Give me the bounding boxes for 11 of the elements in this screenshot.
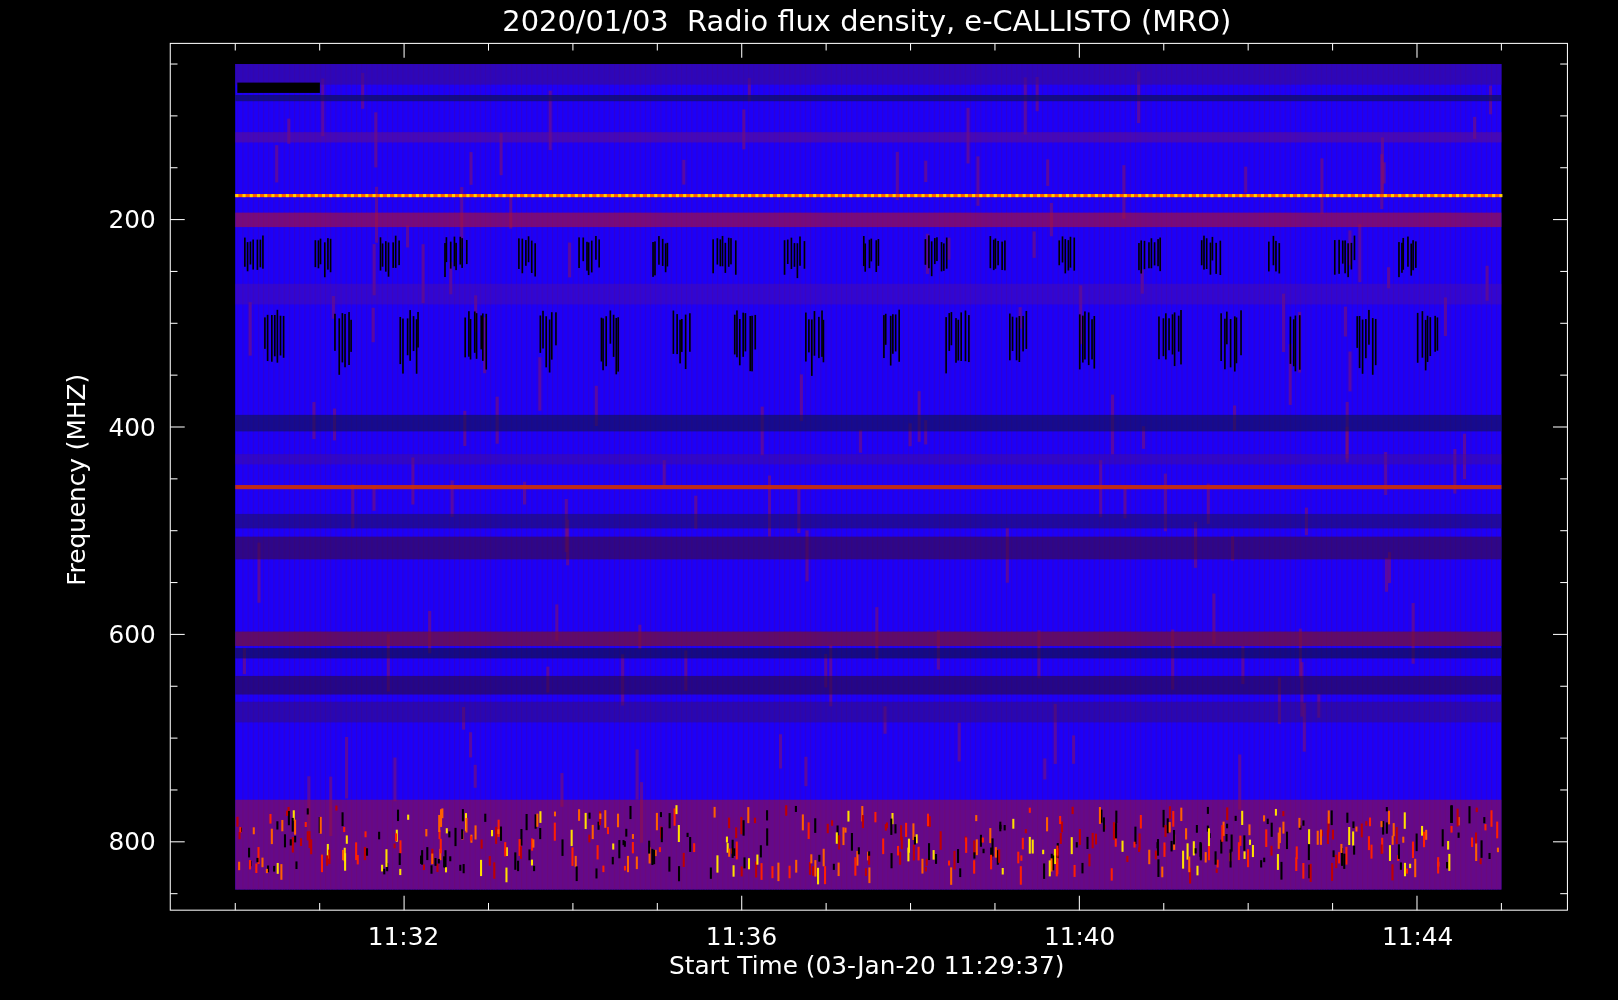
y-tick-label: 800 (108, 827, 156, 857)
x-tick-label: 11:32 (367, 922, 440, 952)
chart-title: 2020/01/03 Radio flux density, e-CALLISTO (MRO) (502, 4, 1232, 38)
x-axis-label: Start Time (03-Jan-20 11:29:37) (669, 951, 1065, 981)
y-tick-label: 400 (108, 412, 156, 442)
y-tick-label: 200 (108, 205, 156, 235)
x-tick-label: 11:36 (705, 922, 778, 952)
y-axis-label: Frequency (MHZ) (61, 373, 91, 586)
x-tick-label: 11:40 (1043, 922, 1116, 952)
y-tick-label: 600 (108, 619, 156, 649)
x-tick-label: 11:44 (1381, 922, 1454, 952)
